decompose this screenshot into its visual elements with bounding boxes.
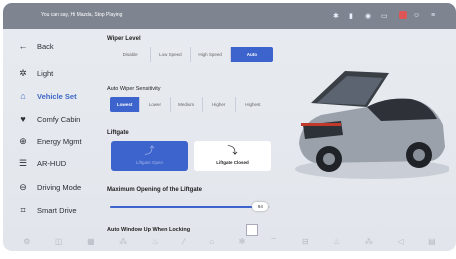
steering-wheel-icon: ⊖ — [19, 181, 27, 192]
wiper-option-auto[interactable]: Auto — [230, 47, 273, 62]
sensitivity-option-highest[interactable]: Highest — [236, 97, 270, 112]
hud-icon: ☰ — [18, 157, 28, 168]
wiper-option-disable[interactable]: Disable — [110, 47, 152, 62]
record-icon — [399, 11, 407, 19]
camera-icon[interactable]: ◫ — [55, 237, 63, 246]
sidebar-item-label: Driving Mode — [37, 182, 82, 192]
sidebar-item-label: Comfy Cabin — [37, 114, 81, 124]
apps-icon[interactable]: ▦ — [87, 237, 95, 246]
sensitivity-option-medium[interactable]: Medium — [171, 97, 203, 112]
liftgate-closed-card[interactable]: ⤵ Liftgate Closed — [194, 141, 271, 171]
liftgate-closed-label: Liftgate Closed — [216, 160, 249, 165]
sidebar-item-energy-mgmt[interactable]: ⊕ Energy Mgmt — [17, 133, 82, 149]
sidebar-item-label: AR-HUD — [37, 158, 67, 168]
max-opening-slider-fill — [110, 206, 261, 208]
grid-icon[interactable]: ▤ — [428, 237, 436, 246]
seat-heat-right-icon[interactable]: ♨ — [333, 237, 340, 246]
liftgate-heading: Liftgate — [107, 130, 129, 136]
wiper-level-heading: Wiper Level — [107, 36, 141, 42]
home-icon[interactable]: ⚙ — [23, 237, 30, 246]
sidebar-item-driving-mode[interactable]: ⊖ Driving Mode — [17, 179, 81, 195]
sidebar-item-label: Smart Drive — [37, 205, 77, 215]
vehicle-settings-panel: Wiper Level Disable Low Speed High Speed… — [107, 29, 277, 236]
wiper-option-high-speed[interactable]: High Speed — [191, 47, 231, 62]
car-icon[interactable]: ⌂ — [209, 237, 214, 246]
wiper-icon[interactable]: ⁄ — [183, 237, 184, 246]
voice-hint: You can say, Hi Mazda, Stop Playing — [41, 12, 123, 18]
front-wheel-rim — [413, 149, 425, 161]
status-bar: You can say, Hi Mazda, Stop Playing ✱ ▮ … — [3, 3, 456, 29]
max-opening-heading: Maximum Opening of the Liftgate — [107, 187, 203, 193]
liftgate-open-icon: ⤴ — [144, 146, 155, 157]
sensitivity-option-lower[interactable]: Lower — [140, 97, 171, 112]
notification-icon[interactable]: ▭ — [381, 12, 388, 20]
volume-icon[interactable]: ◁ — [397, 237, 403, 246]
sensitivity-selector: Lowest Lower Medium Higher Highest — [110, 97, 270, 112]
sidebar-item-label: Energy Mgmt — [37, 136, 82, 146]
sidebar: ← Back ✲ Light ⌂ Vehicle Set ♥ Comfy Cab… — [3, 29, 103, 225]
screen: You can say, Hi Mazda, Stop Playing ✱ ▮ … — [3, 3, 456, 251]
heart-icon: ♥ — [20, 114, 26, 124]
signal-icon: ▮ — [349, 13, 353, 20]
sidebar-item-light[interactable]: ✲ Light — [17, 65, 53, 81]
sidebar-item-label: Light — [37, 68, 54, 78]
wiper-level-selector: Disable Low Speed High Speed Auto — [110, 47, 273, 62]
arrow-left-icon: ← — [18, 41, 28, 51]
liftgate-open-label: Liftgate Open — [135, 160, 164, 165]
menu-icon[interactable]: ≡ — [431, 12, 435, 19]
smart-drive-icon: ⌗ — [20, 204, 26, 215]
bluetooth-icon: ✱ — [333, 13, 339, 20]
rear-wheel-rim — [323, 153, 335, 165]
max-opening-slider-thumb[interactable]: 94 — [252, 202, 269, 211]
profile-icon[interactable]: ☺ — [413, 12, 420, 19]
bottom-dock: ⚙ ◫ ▦ ⁂ ♨ ⁄ ⌂ ✻ ⌔ ⊟ ♨ ⁂ ◁ ▤ — [3, 231, 456, 251]
car-outline-icon: ⌂ — [20, 91, 26, 101]
sensitivity-heading: Auto Wiper Sensitivity — [107, 86, 161, 92]
sensitivity-option-higher[interactable]: Higher — [203, 97, 236, 112]
sidebar-item-vehicle-set[interactable]: ⌂ Vehicle Set — [17, 88, 77, 104]
defrost-rear-icon[interactable]: ⊟ — [302, 237, 309, 246]
sun-icon: ✲ — [19, 67, 27, 78]
sidebar-item-smart-drive[interactable]: ⌗ Smart Drive — [17, 202, 77, 218]
wifi-icon: ◉ — [365, 13, 372, 20]
temperature-left-icon[interactable]: ⁂ — [119, 237, 127, 246]
sidebar-item-ar-hud[interactable]: ☰ AR-HUD — [17, 155, 66, 171]
liftgate-open-card[interactable]: ⤴ Liftgate Open — [111, 141, 188, 171]
car-illustration — [295, 71, 449, 179]
sensitivity-option-lowest[interactable]: Lowest — [110, 97, 141, 112]
back-button[interactable]: ← Back — [17, 38, 54, 54]
energy-icon: ⊕ — [19, 135, 27, 146]
temperature-right-icon[interactable]: ⁂ — [365, 237, 373, 246]
liftgate-closed-icon: ⤵ — [227, 146, 238, 157]
fan-icon[interactable]: ✻ — [239, 237, 246, 246]
wiper-option-low-speed[interactable]: Low Speed — [151, 47, 191, 62]
tail-light — [301, 123, 341, 126]
back-label: Back — [37, 41, 54, 51]
seat-heat-left-icon[interactable]: ♨ — [152, 237, 159, 246]
sidebar-item-label: Vehicle Set — [37, 91, 77, 101]
defrost-front-icon[interactable]: ⌔ — [270, 236, 278, 246]
sidebar-item-comfy-cabin[interactable]: ♥ Comfy Cabin — [17, 111, 80, 127]
